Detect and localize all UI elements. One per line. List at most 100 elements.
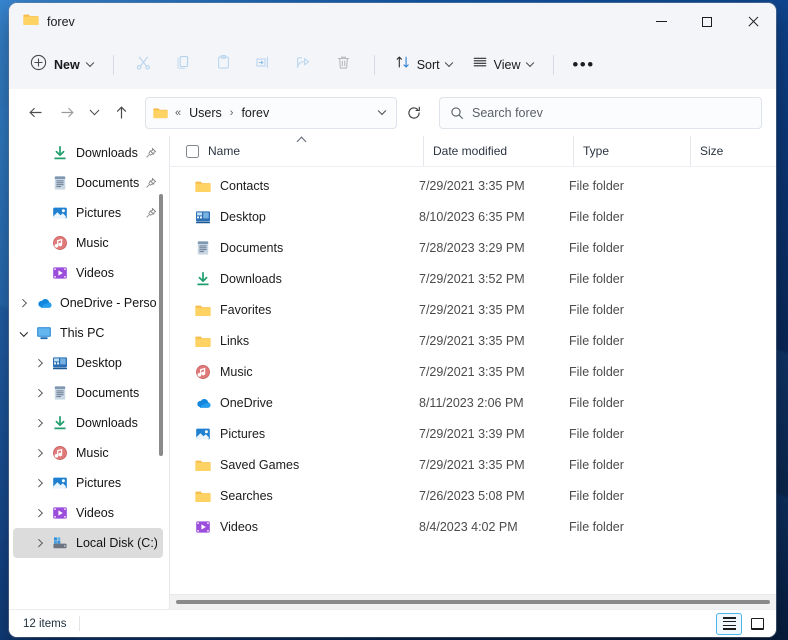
table-row[interactable]: Searches 7/26/2023 5:08 PM File folder — [174, 480, 770, 511]
sidebar-item-pictures[interactable]: Pictures — [13, 198, 163, 228]
see-more-button[interactable]: ••• — [565, 49, 603, 80]
details-view-button[interactable] — [716, 612, 742, 635]
sort-button[interactable]: Sort — [386, 49, 461, 80]
sidebar-item-music[interactable]: Music — [13, 228, 163, 258]
search-input[interactable] — [472, 105, 751, 120]
scrollbar-thumb[interactable] — [159, 194, 163, 456]
cell-type: File folder — [569, 488, 624, 503]
sidebar-item-downloads[interactable]: Downloads — [13, 408, 163, 438]
cell-type: File folder — [569, 364, 624, 379]
table-row[interactable]: Documents 7/28/2023 3:29 PM File folder — [174, 232, 770, 263]
breadcrumb-item-users[interactable]: Users — [186, 104, 225, 122]
close-button[interactable] — [730, 3, 776, 40]
maximize-button[interactable] — [684, 3, 730, 40]
sidebar-item-downloads[interactable]: Downloads — [13, 138, 163, 168]
pin-icon[interactable] — [139, 207, 157, 219]
share-button[interactable] — [285, 49, 323, 80]
window-tab[interactable]: forev — [9, 3, 75, 40]
cell-size — [686, 201, 766, 232]
sidebar-item-documents[interactable]: Documents — [13, 378, 163, 408]
file-name-label: Favorites — [220, 302, 272, 317]
table-row[interactable]: Desktop 8/10/2023 6:35 PM File folder — [174, 201, 770, 232]
column-header-date-modified[interactable]: Date modified — [423, 136, 573, 166]
documents-icon — [194, 239, 211, 256]
large-icons-view-button[interactable] — [744, 613, 770, 635]
address-dropdown-button[interactable] — [370, 99, 394, 127]
new-button[interactable]: New — [23, 49, 102, 80]
sidebar-item-documents[interactable]: Documents — [13, 168, 163, 198]
ellipsis-icon: ••• — [572, 54, 595, 74]
address-bar[interactable]: « Users › forev — [145, 96, 397, 129]
table-row[interactable]: Music 7/29/2021 3:35 PM File folder — [174, 356, 770, 387]
chevron-right-icon[interactable] — [13, 299, 33, 307]
recent-locations-button[interactable] — [83, 97, 105, 129]
file-list-horizontal-scrollbar[interactable] — [170, 594, 776, 609]
table-row[interactable]: Links 7/29/2021 3:35 PM File folder — [174, 325, 770, 356]
view-button[interactable]: View — [463, 49, 542, 80]
chevron-down-icon[interactable] — [13, 329, 33, 337]
sidebar-item-local-disk-c[interactable]: Local Disk (C:) — [13, 528, 163, 558]
select-all-checkbox[interactable] — [186, 144, 199, 158]
back-button[interactable] — [19, 97, 51, 129]
sidebar-item-pictures[interactable]: Pictures — [13, 468, 163, 498]
chevron-right-icon[interactable] — [29, 419, 49, 427]
breadcrumb-item-forev[interactable]: forev — [238, 104, 272, 122]
chevron-right-icon[interactable] — [29, 539, 49, 547]
refresh-button[interactable] — [399, 97, 429, 129]
breadcrumb-overflow[interactable]: « — [175, 107, 181, 119]
scrollbar-thumb[interactable] — [176, 600, 770, 604]
table-row[interactable]: Saved Games 7/29/2021 3:35 PM File folder — [174, 449, 770, 480]
column-header-type-label: Type — [583, 144, 610, 158]
chevron-right-icon[interactable] — [29, 389, 49, 397]
column-header-name[interactable]: Name — [178, 136, 423, 166]
column-header-type[interactable]: Type — [573, 136, 690, 166]
thispc-icon — [33, 325, 55, 341]
sidebar-item-music[interactable]: Music — [13, 438, 163, 468]
table-row[interactable]: Videos 8/4/2023 4:02 PM File folder — [174, 511, 770, 542]
cell-name: Downloads — [178, 263, 419, 294]
pin-icon[interactable] — [139, 177, 157, 189]
sidebar-item-label: OneDrive - Perso — [60, 296, 157, 310]
toolbar-divider — [552, 54, 554, 75]
chevron-right-icon[interactable] — [29, 479, 49, 487]
delete-button[interactable] — [325, 49, 363, 80]
column-header-size[interactable]: Size — [690, 136, 770, 166]
minimize-button[interactable] — [638, 3, 684, 40]
table-row[interactable]: OneDrive 8/11/2023 2:06 PM File folder — [174, 387, 770, 418]
file-name-label: Links — [220, 333, 250, 348]
table-row[interactable]: Downloads 7/29/2021 3:52 PM File folder — [174, 263, 770, 294]
navigation-pane-scrollbar[interactable] — [156, 136, 166, 609]
navigation-pane-list: Downloads Documents Pictures Music Videos One… — [9, 136, 169, 609]
search-box[interactable] — [439, 96, 762, 129]
table-row[interactable]: Favorites 7/29/2021 3:35 PM File folder — [174, 294, 770, 325]
cut-button[interactable] — [125, 49, 163, 80]
rename-button[interactable] — [245, 49, 283, 80]
chevron-right-icon[interactable] — [29, 359, 49, 367]
sidebar-item-videos[interactable]: Videos — [13, 498, 163, 528]
cell-date-modified: 8/4/2023 4:02 PM — [419, 519, 518, 534]
cell-size — [686, 511, 766, 542]
up-button[interactable] — [105, 97, 137, 129]
pin-icon[interactable] — [139, 147, 157, 159]
chevron-right-icon[interactable] — [29, 449, 49, 457]
sidebar-item-desktop[interactable]: Desktop — [13, 348, 163, 378]
refresh-icon — [408, 106, 420, 119]
sidebar-item-videos[interactable]: Videos — [13, 258, 163, 288]
table-row[interactable]: Contacts 7/29/2021 3:35 PM File folder — [174, 170, 770, 201]
table-row[interactable]: Pictures 7/29/2021 3:39 PM File folder — [174, 418, 770, 449]
window-controls — [638, 3, 776, 40]
copy-icon — [175, 54, 192, 76]
rename-icon — [255, 54, 272, 76]
sidebar-item-this-pc[interactable]: This PC — [13, 318, 163, 348]
copy-button[interactable] — [165, 49, 203, 80]
cell-name: OneDrive — [178, 387, 419, 418]
chevron-right-icon[interactable] — [29, 509, 49, 517]
cell-date-modified: 7/29/2021 3:35 PM — [419, 364, 525, 379]
window-title: forev — [47, 14, 75, 29]
folder-icon — [194, 301, 211, 318]
forward-button[interactable] — [51, 97, 83, 129]
videos-icon — [49, 265, 71, 281]
paste-button[interactable] — [205, 49, 243, 80]
sidebar-item-onedrive-perso[interactable]: OneDrive - Perso — [13, 288, 163, 318]
large-icons-view-icon — [750, 617, 764, 630]
